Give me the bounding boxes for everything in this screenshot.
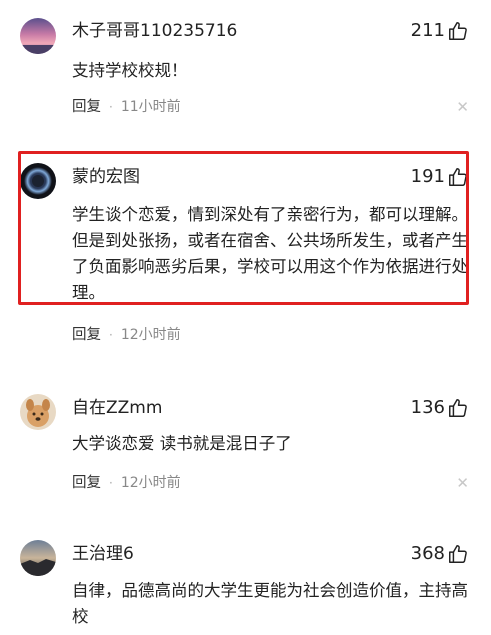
like-count-value: 368 (410, 543, 445, 564)
comment-meta: 回复 · 12小时前 (72, 474, 181, 492)
thumbs-up-icon[interactable] (447, 543, 469, 565)
like-count-value: 136 (410, 397, 445, 418)
reply-button[interactable]: 回复 (72, 98, 101, 116)
thumbs-up-icon[interactable] (447, 20, 469, 42)
comment-text: 大学谈恋爱 读书就是混日子了 (72, 434, 292, 453)
timestamp: 12小时前 (120, 475, 181, 491)
cartoon-dog-avatar-icon (20, 394, 56, 430)
highlight-box (18, 151, 469, 305)
separator-dot: · (109, 328, 113, 342)
separator-dot: · (109, 100, 113, 114)
username[interactable]: 王治理6 (72, 543, 134, 565)
close-icon[interactable]: ✕ (456, 98, 469, 116)
reply-button[interactable]: 回复 (72, 474, 101, 492)
avatar[interactable] (20, 394, 56, 430)
reply-button[interactable]: 回复 (72, 326, 101, 344)
comment-text: 自律，品德高尚的大学生更能为社会创造价值，主持高校 (72, 581, 468, 626)
separator-dot: · (109, 476, 113, 490)
username[interactable]: 自在ZZmm (72, 397, 162, 419)
comment-text: 支持学校校规！ (72, 61, 188, 80)
timestamp: 11小时前 (120, 99, 181, 115)
close-icon[interactable]: ✕ (456, 474, 469, 492)
like-count[interactable]: 211 (411, 20, 469, 42)
comment-meta: 回复 · 12小时前 (72, 326, 181, 344)
avatar[interactable] (20, 540, 56, 576)
comment-meta: 回复 · 11小时前 (72, 98, 181, 116)
timestamp: 12小时前 (120, 327, 181, 343)
like-count-value: 211 (410, 20, 445, 41)
username[interactable]: 木子哥哥110235716 (72, 20, 237, 42)
thumbs-up-icon[interactable] (447, 397, 469, 419)
sunset-sky-avatar-icon (20, 18, 56, 54)
like-count[interactable]: 368 (411, 543, 469, 565)
dusk-landscape-avatar-icon (20, 540, 56, 576)
like-count[interactable]: 136 (411, 397, 469, 419)
avatar[interactable] (20, 18, 56, 54)
